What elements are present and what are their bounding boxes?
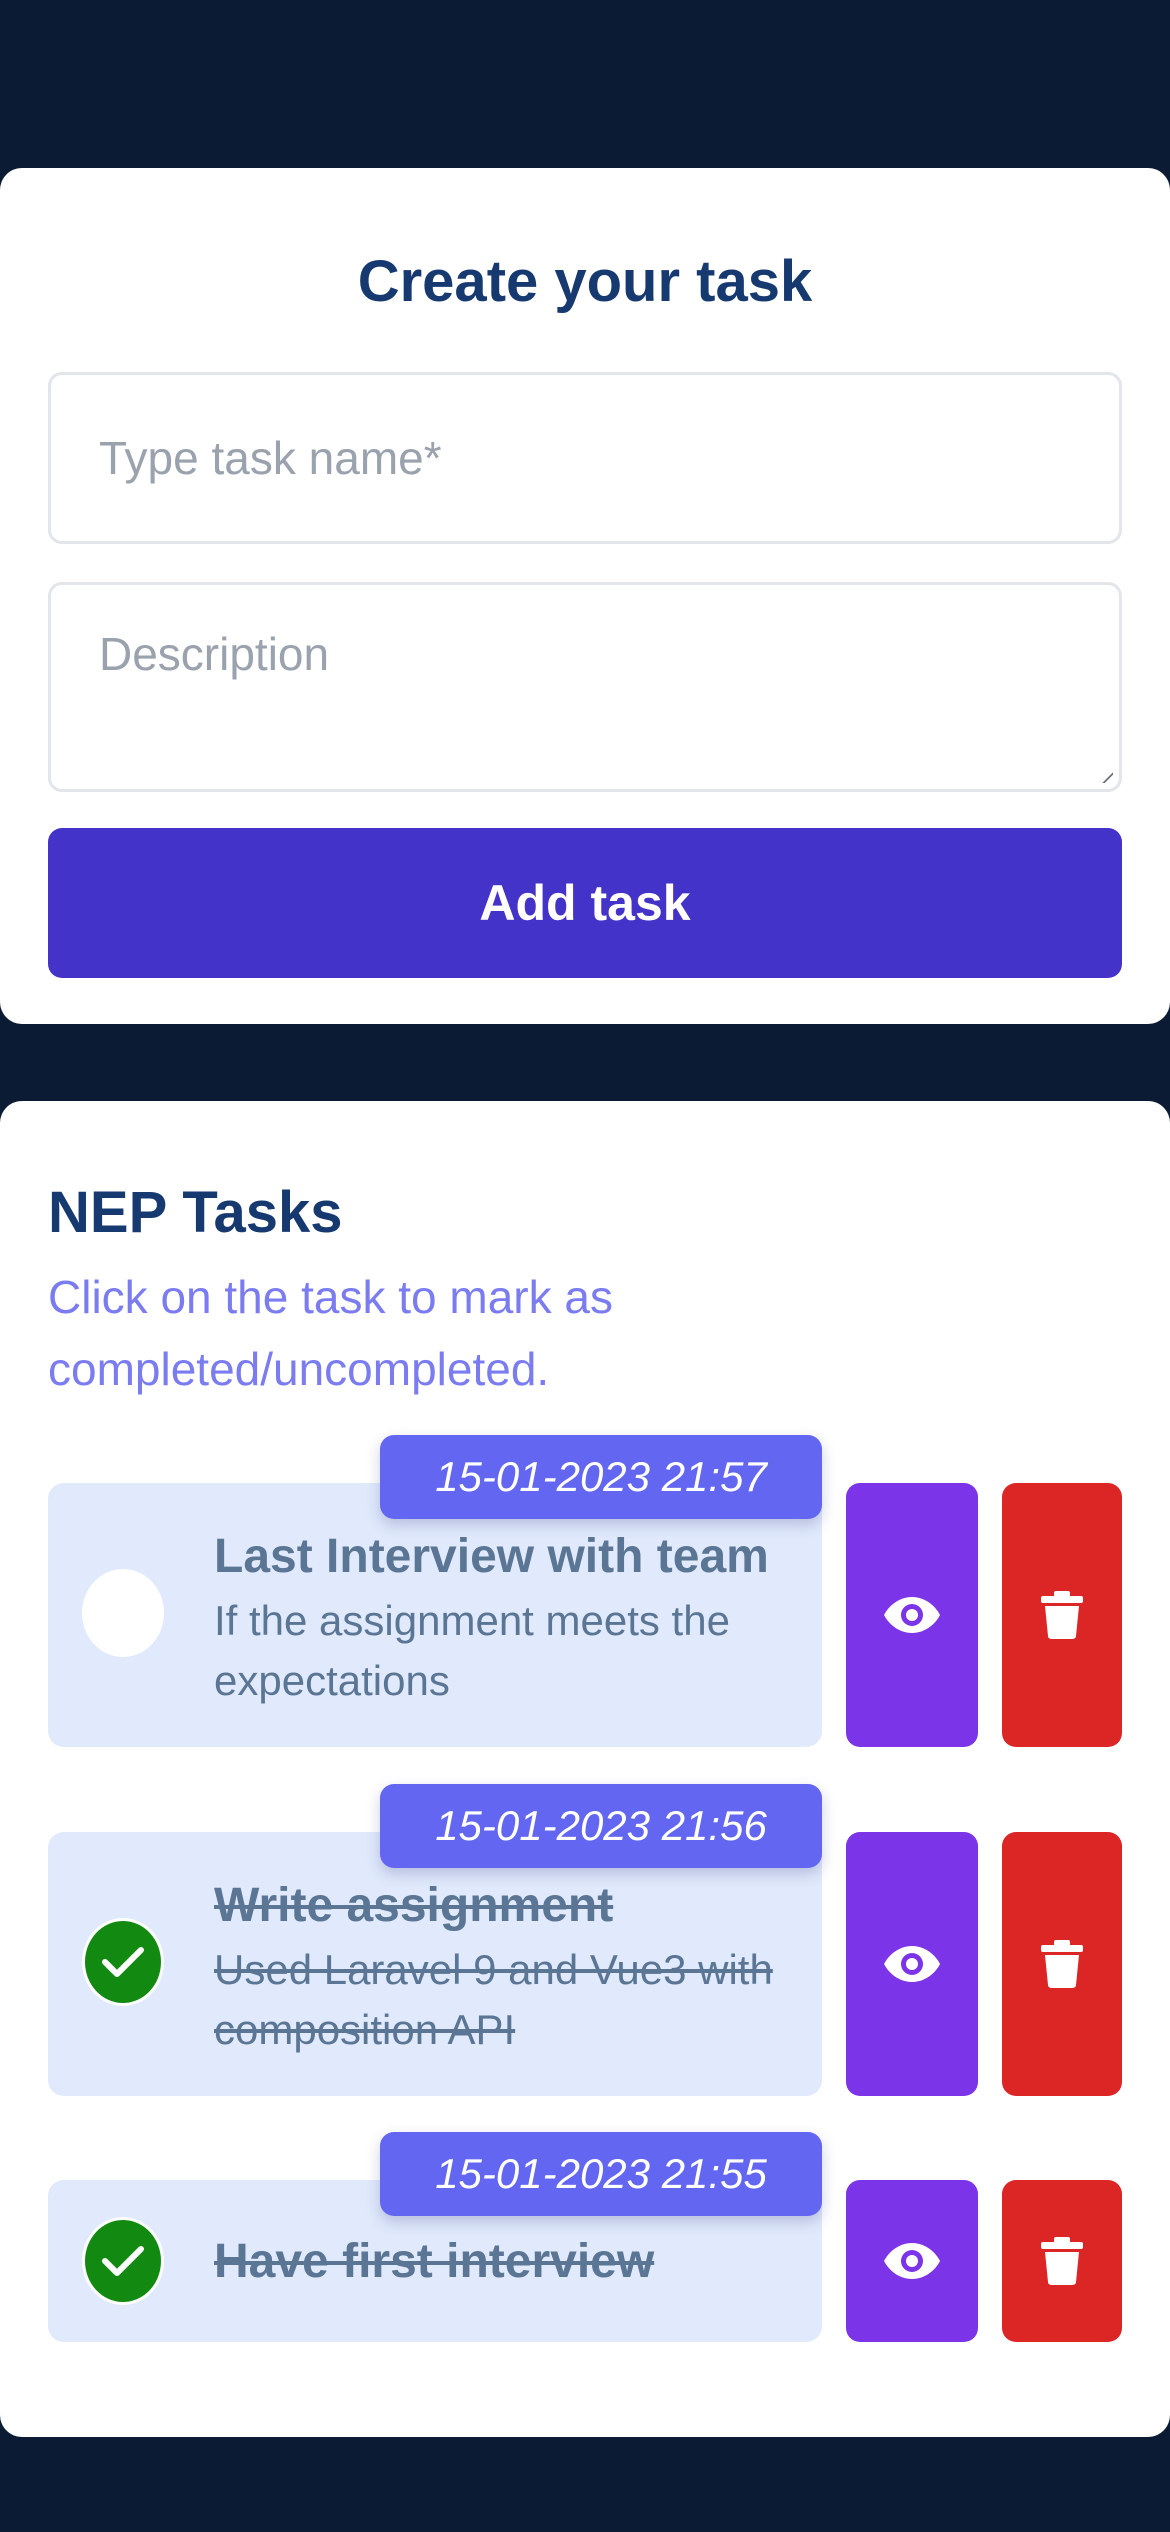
eye-icon (884, 1946, 940, 1982)
view-task-button[interactable] (846, 1832, 978, 2096)
view-task-button[interactable] (846, 2180, 978, 2342)
create-task-card: Create your task Type task name* Descrip… (0, 168, 1170, 1024)
create-task-title: Create your task (357, 249, 813, 314)
view-task-button[interactable] (846, 1483, 978, 1747)
task-date-badge: 15-01-2023 21:57 (380, 1435, 822, 1519)
add-task-button[interactable]: Add task (48, 828, 1122, 978)
description-placeholder: Description (99, 628, 330, 680)
task-description: If the assignment meets the expectations (214, 1597, 730, 1704)
task-item: Write assignment Used Laravel 9 and Vue3… (48, 1784, 1122, 2098)
tasks-hint: Click on the task to mark as completed/u… (48, 1271, 613, 1395)
description-textarea[interactable]: Description (48, 582, 1122, 792)
task-title: Write assignment (214, 1879, 614, 1932)
task-title: Last Interview with team (214, 1530, 769, 1583)
delete-task-button[interactable] (1002, 2180, 1122, 2342)
task-date-badge: 15-01-2023 21:55 (380, 2132, 822, 2216)
task-title: Have first interview (214, 2235, 655, 2288)
trash-icon (1041, 1591, 1083, 1639)
uncompleted-circle-icon[interactable] (82, 1569, 164, 1657)
task-card[interactable]: Write assignment Used Laravel 9 and Vue3… (48, 1832, 822, 2096)
checkmark-icon (102, 2246, 144, 2276)
task-item: Have first interview 15-01-2023 21:55 (48, 2132, 1122, 2344)
tasks-card: NEP Tasks Click on the task to mark as c… (0, 1101, 1170, 2437)
task-date-badge: 15-01-2023 21:56 (380, 1784, 822, 1868)
checkmark-icon (102, 1947, 144, 1977)
task-description: Used Laravel 9 and Vue3 with composition… (214, 1946, 773, 2053)
completed-check-icon[interactable] (82, 2217, 164, 2305)
delete-task-button[interactable] (1002, 1832, 1122, 2096)
trash-icon (1041, 2237, 1083, 2285)
trash-icon (1041, 1940, 1083, 1988)
resize-grip-icon[interactable] (1101, 771, 1113, 783)
task-card[interactable]: Last Interview with team If the assignme… (48, 1483, 822, 1747)
tasks-title: NEP Tasks (48, 1180, 343, 1245)
task-name-input[interactable]: Type task name* (48, 372, 1122, 544)
eye-icon (884, 2243, 940, 2279)
task-item: Last Interview with team If the assignme… (48, 1435, 1122, 1749)
eye-icon (884, 1597, 940, 1633)
completed-check-icon[interactable] (82, 1918, 164, 2006)
delete-task-button[interactable] (1002, 1483, 1122, 1747)
